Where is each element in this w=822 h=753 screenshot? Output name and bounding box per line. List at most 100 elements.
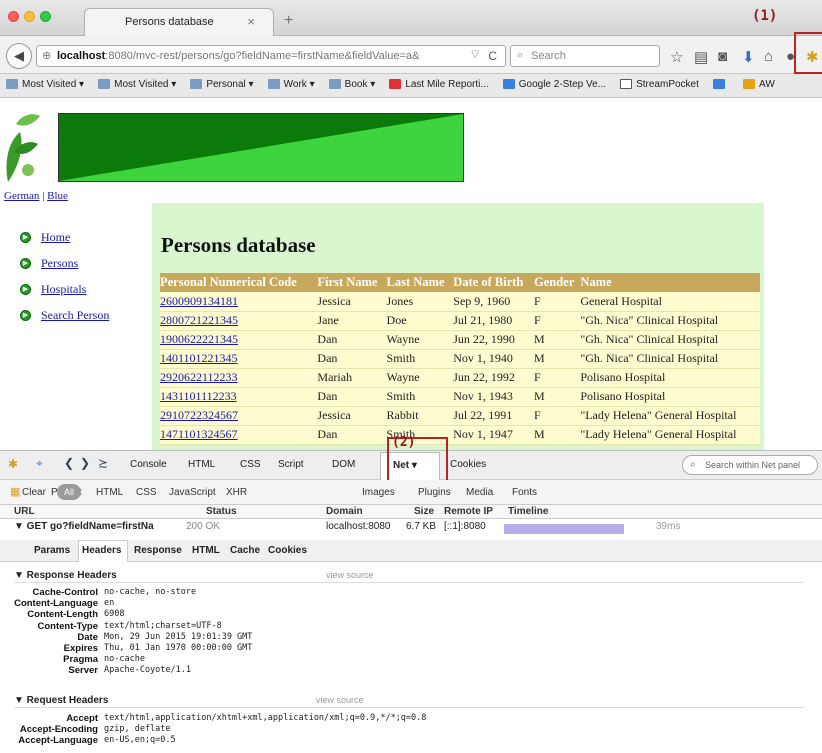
request-view-source-link[interactable]: view source xyxy=(316,695,364,705)
person-code-link[interactable]: 1431101112233 xyxy=(160,389,237,403)
bookmark-most-visited-2[interactable]: Most Visited ▾ xyxy=(98,79,176,90)
response-view-source-link[interactable]: view source xyxy=(326,570,374,580)
subtab-cache[interactable]: Cache xyxy=(230,545,260,556)
bookmark-icon xyxy=(743,79,756,90)
filter-plugins[interactable]: Plugins xyxy=(418,487,451,498)
table-cell: Jul 21, 1980 xyxy=(453,311,534,331)
home-icon[interactable]: ⌂ xyxy=(764,48,773,65)
column-header: Date of Birth xyxy=(453,273,534,292)
new-tab-button[interactable]: + xyxy=(284,12,293,30)
col-status[interactable]: Status xyxy=(206,506,237,517)
header-value: Thu, 01 Jan 1970 00:00:00 GMT xyxy=(104,643,253,653)
filter-javascript[interactable]: JavaScript xyxy=(169,487,216,498)
nav-item-persons[interactable]: ▶ Persons xyxy=(20,250,109,276)
response-headers-title[interactable]: ▼ Response Headers xyxy=(14,570,117,581)
nav-item-search-person[interactable]: ▶ Search Person xyxy=(20,302,109,328)
nav-item-home[interactable]: ▶ Home xyxy=(20,224,109,250)
history-dropdown-icon[interactable]: ▽ xyxy=(471,49,479,60)
subtab-headers[interactable]: Headers xyxy=(82,545,121,556)
tab-close-icon[interactable]: × xyxy=(247,14,255,29)
pocket-icon[interactable]: ◙ xyxy=(718,48,727,65)
header-name: Accept xyxy=(66,713,98,724)
request-domain: localhost:8080 xyxy=(326,521,391,532)
close-window-button[interactable] xyxy=(8,11,19,22)
col-remote-ip[interactable]: Remote IP xyxy=(444,506,493,517)
filter-media[interactable]: Media xyxy=(466,487,493,498)
nav-link-hospitals[interactable]: Hospitals xyxy=(41,282,86,297)
table-cell: 1471101324567 xyxy=(160,425,318,445)
person-code-link[interactable]: 1471101324567 xyxy=(160,427,238,441)
arrow-bullet-icon: ▶ xyxy=(20,309,31,321)
subtab-html[interactable]: HTML xyxy=(192,545,220,556)
url-bar[interactable]: ⊕ localhost:8080/mvc-rest/persons/go?fie… xyxy=(36,45,506,67)
col-size[interactable]: Size xyxy=(414,506,434,517)
filter-xhr[interactable]: XHR xyxy=(226,487,247,498)
header-name: Accept-Language xyxy=(18,735,98,747)
filter-html[interactable]: HTML xyxy=(96,487,123,498)
download-icon[interactable]: ⬇ xyxy=(742,48,755,66)
inspect-icon[interactable]: ⌖ xyxy=(36,456,43,471)
net-request-row[interactable]: ▼ GET go?fieldName=firstNa 200 OK localh… xyxy=(0,519,822,536)
nav-item-hospitals[interactable]: ▶ Hospitals xyxy=(20,276,109,302)
bookmark-google-2-step[interactable]: Google 2-Step Ve... xyxy=(502,79,606,90)
bookmark-streampocket[interactable]: StreamPocket xyxy=(620,79,699,90)
person-code-link[interactable]: 1900622221345 xyxy=(160,332,238,346)
subtab-response[interactable]: Response xyxy=(134,545,182,556)
chevron-right-icon[interactable]: ❯ xyxy=(80,456,90,470)
fb-tab-dom[interactable]: DOM xyxy=(332,459,355,470)
person-code-link[interactable]: 2910722324567 xyxy=(160,408,238,422)
maximize-window-button[interactable] xyxy=(40,11,51,22)
reload-icon[interactable]: C xyxy=(488,49,497,63)
bookmark-book[interactable]: Book ▾ xyxy=(328,79,375,90)
fb-tab-html[interactable]: HTML xyxy=(188,459,215,470)
bookmark-most-visited[interactable]: Most Visited ▾ xyxy=(6,79,84,90)
subtab-params[interactable]: Params xyxy=(34,545,70,556)
header-name: Content-Type xyxy=(37,620,98,632)
fb-tab-script[interactable]: Script xyxy=(278,459,304,470)
request-url[interactable]: ▼ GET go?fieldName=firstNa xyxy=(14,521,154,532)
filter-images[interactable]: Images xyxy=(362,487,395,498)
firebug-menu-icon[interactable]: ▦ xyxy=(10,485,20,498)
nav-link-search-person[interactable]: Search Person xyxy=(41,308,109,323)
nav-link-home[interactable]: Home xyxy=(41,230,70,245)
net-panel-search-input[interactable]: ⌕ Search within Net panel xyxy=(682,455,818,475)
lang-german-link[interactable]: German xyxy=(4,190,39,202)
person-code-link[interactable]: 2800721221345 xyxy=(160,313,238,327)
theme-blue-link[interactable]: Blue xyxy=(47,190,68,202)
filter-all[interactable]: All xyxy=(57,484,81,500)
bookmark-aw[interactable]: AW xyxy=(743,79,775,90)
person-code-link[interactable]: 1401101221345 xyxy=(160,351,238,365)
command-line-icon[interactable]: ≿ xyxy=(98,456,108,470)
nav-link-persons[interactable]: Persons xyxy=(41,256,78,271)
filter-clear[interactable]: Clear xyxy=(22,487,46,498)
fb-tab-console[interactable]: Console xyxy=(130,459,167,470)
person-code-link[interactable]: 2920622112233 xyxy=(160,370,238,384)
chevron-left-icon[interactable]: ❮ xyxy=(64,456,74,470)
col-domain[interactable]: Domain xyxy=(326,506,363,517)
header-value: Mon, 29 Jun 2015 19:01:39 GMT xyxy=(104,631,253,642)
bookmark-personal[interactable]: Personal ▾ xyxy=(190,79,254,90)
browser-tab[interactable]: Persons database × xyxy=(84,8,274,36)
col-url[interactable]: URL xyxy=(14,506,35,517)
fb-tab-cookies[interactable]: Cookies xyxy=(450,459,486,470)
bookmark-work[interactable]: Work ▾ xyxy=(267,79,315,90)
filter-css[interactable]: CSS xyxy=(136,487,157,498)
header-name: Expires xyxy=(63,643,98,654)
fb-tab-css[interactable]: CSS xyxy=(240,459,261,470)
bookmark-unnamed[interactable] xyxy=(712,79,729,90)
star-icon[interactable]: ☆ xyxy=(670,48,683,66)
filter-fonts[interactable]: Fonts xyxy=(512,487,537,498)
bookmark-last-mile[interactable]: Last Mile Reporti... xyxy=(389,79,489,90)
col-timeline[interactable]: Timeline xyxy=(508,506,548,517)
minimize-window-button[interactable] xyxy=(24,11,35,22)
person-code-link[interactable]: 2600909134181 xyxy=(160,294,238,308)
table-cell: Nov 1, 1940 xyxy=(453,349,534,369)
request-headers-title[interactable]: ▼ Request Headers xyxy=(14,695,108,706)
browser-search-input[interactable]: ⌕ Search xyxy=(510,45,660,67)
back-button[interactable]: ◀ xyxy=(6,43,32,69)
firebug-icon[interactable]: ✱ xyxy=(8,457,18,471)
bookmarks-library-icon[interactable]: ▤ xyxy=(694,48,708,66)
subtab-cookies[interactable]: Cookies xyxy=(268,545,307,556)
request-status: 200 OK xyxy=(186,521,220,532)
table-cell: M xyxy=(533,330,581,350)
